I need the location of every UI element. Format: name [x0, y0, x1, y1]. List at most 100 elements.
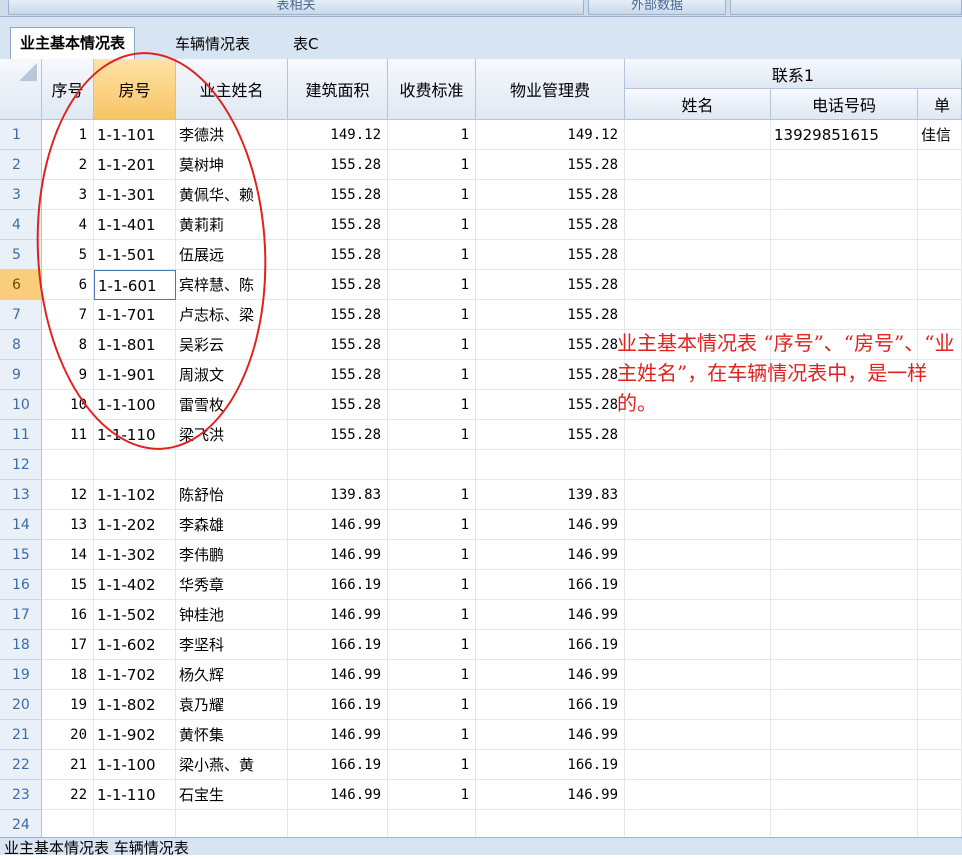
cell-fee[interactable]: 155.28 — [476, 420, 625, 450]
cell-rate[interactable]: 1 — [388, 510, 476, 540]
ribbon-group-table[interactable]: 表相关 — [8, 0, 584, 15]
cell-area[interactable]: 155.28 — [288, 420, 388, 450]
cell-phone[interactable] — [771, 240, 918, 270]
column-header-area[interactable]: 建筑面积 — [288, 59, 388, 120]
cell-owner[interactable]: 梁小燕、黄 — [176, 750, 288, 780]
cell-room[interactable]: 1-1-100 — [94, 750, 176, 780]
cell-area[interactable]: 166.19 — [288, 690, 388, 720]
cell-seq[interactable]: 22 — [42, 780, 94, 810]
row-header[interactable]: 23 — [0, 780, 42, 810]
cell-cname[interactable] — [625, 630, 771, 660]
cell-fee[interactable]: 139.83 — [476, 480, 625, 510]
cell-unit[interactable] — [918, 630, 962, 660]
cell-area[interactable]: 146.99 — [288, 510, 388, 540]
row-header[interactable]: 5 — [0, 240, 42, 270]
cell-unit[interactable] — [918, 570, 962, 600]
cell-unit[interactable] — [918, 240, 962, 270]
cell-seq[interactable]: 19 — [42, 690, 94, 720]
cell-seq[interactable]: 13 — [42, 510, 94, 540]
cell-rate[interactable]: 1 — [388, 180, 476, 210]
cell-unit[interactable] — [918, 660, 962, 690]
cell-cname[interactable] — [625, 750, 771, 780]
cell-cname[interactable] — [625, 240, 771, 270]
cell-cname[interactable] — [625, 570, 771, 600]
cell-rate[interactable]: 1 — [388, 330, 476, 360]
cell-fee[interactable]: 155.28 — [476, 300, 625, 330]
cell-area[interactable] — [288, 810, 388, 840]
cell-rate[interactable]: 1 — [388, 150, 476, 180]
cell-cname[interactable] — [625, 510, 771, 540]
ribbon-group-external-data[interactable]: 外部数据 — [588, 0, 726, 15]
tab-owner-info[interactable]: 业主基本情况表 — [10, 27, 136, 59]
cell-area[interactable]: 155.28 — [288, 150, 388, 180]
cell-phone[interactable] — [771, 450, 918, 480]
column-header-fee[interactable]: 物业管理费 — [476, 59, 625, 120]
cell-fee[interactable]: 155.28 — [476, 180, 625, 210]
cell-area[interactable]: 149.12 — [288, 120, 388, 150]
cell-phone[interactable] — [771, 540, 918, 570]
cell-owner[interactable] — [176, 810, 288, 840]
cell-rate[interactable]: 1 — [388, 600, 476, 630]
cell-fee[interactable]: 155.28 — [476, 270, 625, 300]
cell-rate[interactable]: 1 — [388, 270, 476, 300]
cell-fee[interactable]: 166.19 — [476, 570, 625, 600]
row-header[interactable]: 9 — [0, 360, 42, 390]
cell-unit[interactable] — [918, 720, 962, 750]
cell-room[interactable] — [94, 810, 176, 840]
cell-room[interactable]: 1-1-302 — [94, 540, 176, 570]
row-header[interactable]: 19 — [0, 660, 42, 690]
cell-cname[interactable] — [625, 600, 771, 630]
column-header-contact-name[interactable]: 姓名 — [625, 89, 771, 120]
cell-fee[interactable]: 146.99 — [476, 510, 625, 540]
row-header[interactable]: 18 — [0, 630, 42, 660]
row-header[interactable]: 12 — [0, 450, 42, 480]
cell-seq[interactable]: 11 — [42, 420, 94, 450]
cell-area[interactable]: 155.28 — [288, 210, 388, 240]
cell-area[interactable]: 146.99 — [288, 660, 388, 690]
cell-rate[interactable]: 1 — [388, 240, 476, 270]
cell-rate[interactable]: 1 — [388, 540, 476, 570]
cell-fee[interactable]: 146.99 — [476, 600, 625, 630]
cell-owner[interactable]: 李伟鹏 — [176, 540, 288, 570]
cell-seq[interactable]: 12 — [42, 480, 94, 510]
cell-phone[interactable] — [771, 810, 918, 840]
tab-table-c[interactable]: 表C — [284, 29, 327, 59]
cell-phone[interactable] — [771, 570, 918, 600]
row-header[interactable]: 20 — [0, 690, 42, 720]
cell-rate[interactable]: 1 — [388, 300, 476, 330]
cell-cname[interactable] — [625, 210, 771, 240]
cell-cname[interactable] — [625, 270, 771, 300]
cell-room[interactable]: 1-1-802 — [94, 690, 176, 720]
cell-owner[interactable]: 李森雄 — [176, 510, 288, 540]
select-all-corner[interactable] — [0, 59, 42, 120]
cell-seq[interactable]: 21 — [42, 750, 94, 780]
row-header[interactable]: 15 — [0, 540, 42, 570]
cell-fee[interactable]: 155.28 — [476, 360, 625, 390]
cell-owner[interactable]: 钟桂池 — [176, 600, 288, 630]
cell-fee[interactable]: 166.19 — [476, 750, 625, 780]
cell-unit[interactable] — [918, 210, 962, 240]
cell-owner[interactable] — [176, 450, 288, 480]
cell-seq[interactable]: 16 — [42, 600, 94, 630]
row-header[interactable]: 11 — [0, 420, 42, 450]
cell-room[interactable]: 1-1-202 — [94, 510, 176, 540]
cell-room[interactable]: 1-1-102 — [94, 480, 176, 510]
cell-phone[interactable] — [771, 420, 918, 450]
row-header[interactable]: 24 — [0, 810, 42, 840]
cell-cname[interactable] — [625, 780, 771, 810]
cell-fee[interactable]: 146.99 — [476, 780, 625, 810]
row-header[interactable]: 2 — [0, 150, 42, 180]
cell-unit[interactable] — [918, 180, 962, 210]
cell-cname[interactable] — [625, 150, 771, 180]
cell-fee[interactable]: 166.19 — [476, 630, 625, 660]
cell-cname[interactable] — [625, 690, 771, 720]
cell-phone[interactable]: 13929851615 — [771, 120, 918, 150]
cell-owner[interactable]: 黄怀集 — [176, 720, 288, 750]
cell-owner[interactable]: 杨久辉 — [176, 660, 288, 690]
cell-area[interactable]: 166.19 — [288, 750, 388, 780]
cell-phone[interactable] — [771, 720, 918, 750]
cell-phone[interactable] — [771, 180, 918, 210]
cell-fee[interactable]: 166.19 — [476, 690, 625, 720]
row-header[interactable]: 3 — [0, 180, 42, 210]
cell-area[interactable]: 155.28 — [288, 390, 388, 420]
